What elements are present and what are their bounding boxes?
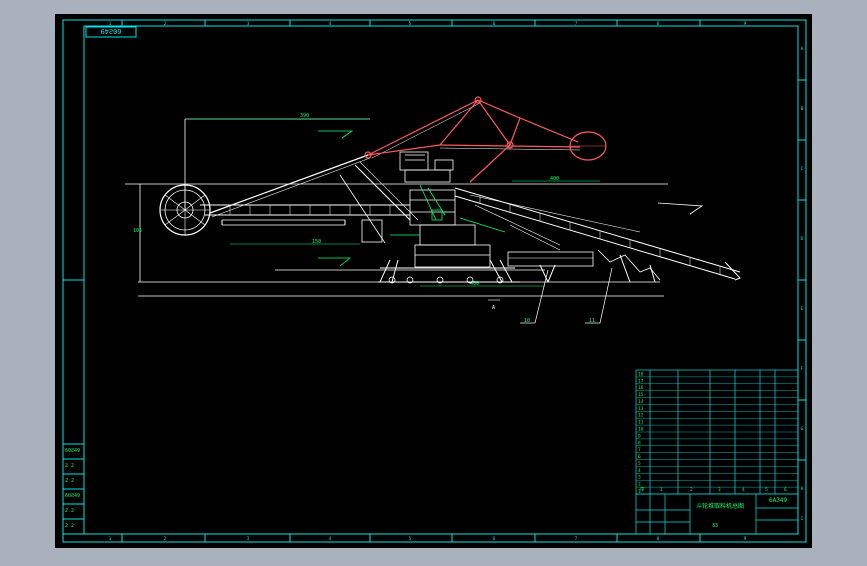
left-strip-cell: 60Ƨ49 — [65, 493, 80, 499]
frame-top-number: 5 — [409, 21, 412, 27]
parts-header-cell: 3 — [718, 487, 721, 493]
frame-side-letter: E — [801, 306, 804, 312]
parts-row-number: 4 — [638, 468, 641, 474]
drawing-sheet: 60Ƨ49 60Ƨ492 22 260Ƨ492 22 2 390 400 105… — [55, 14, 812, 548]
frame-bottom-number: 7 — [575, 536, 578, 542]
drawing-scale: 33 — [712, 523, 718, 529]
frame-top-number: 4 — [329, 21, 332, 27]
drawing-number: 6A349 — [769, 497, 787, 504]
left-strip-cell: 2 2 — [65, 478, 74, 484]
frame-top-number: 2 — [164, 21, 167, 27]
frame-bottom-number: 8 — [657, 536, 660, 542]
frame-bottom-number: 4 — [329, 536, 332, 542]
frame-side-letter: F — [801, 366, 804, 372]
parts-row-number: 7 — [638, 447, 641, 453]
frame-top-number: 6 — [493, 21, 496, 27]
parts-header-cell: 6 — [784, 487, 787, 493]
frame-bottom-number: 5 — [409, 536, 412, 542]
frame-top-number: 9 — [744, 21, 747, 27]
dim-top-span: 390 — [300, 113, 309, 119]
frame-top-number: 8 — [657, 21, 660, 27]
frame-side-letter: I — [801, 516, 804, 522]
parts-row-number: 18 — [638, 371, 644, 377]
dim-left-height: 105 — [133, 228, 142, 234]
parts-row-number: 14 — [638, 399, 644, 405]
callout-11: 11 — [589, 318, 595, 324]
parts-row-number: 13 — [638, 406, 644, 412]
frame-side-letter: H — [801, 486, 804, 492]
frame-side-letter: G — [801, 426, 804, 432]
parts-row-number: 11 — [638, 420, 644, 426]
parts-row-number: 8 — [638, 440, 641, 446]
frame-bottom-number: 6 — [493, 536, 496, 542]
cad-viewport[interactable]: 60Ƨ49 60Ƨ49 2 22 2 60Ƨ49 2 22 2 390 400 105… — [0, 0, 867, 562]
parts-header-cell: 4 — [742, 487, 745, 493]
parts-row-number: 16 — [638, 385, 644, 391]
parts-row-number: 12 — [638, 413, 644, 419]
frame-top-number: 7 — [575, 21, 578, 27]
dim-mid-span: 150 — [312, 239, 321, 245]
drawing-name: 斗轮堆取料机总图 — [696, 502, 744, 510]
parts-row-number: 6 — [638, 454, 641, 460]
parts-header-cell: 序 — [640, 486, 645, 493]
dim-right-span: 400 — [550, 176, 559, 182]
parts-header-cell: 2 — [690, 487, 693, 493]
frame-side-letter: D — [801, 236, 804, 242]
parts-header-cell: 1 — [660, 487, 663, 493]
parts-row-number: 10 — [638, 427, 644, 433]
left-strip-cell: 60Ƨ49 — [65, 448, 80, 454]
callout-a: A — [492, 305, 495, 311]
frame-bottom-number: 1 — [109, 536, 112, 542]
left-strip-cell: 2 2 — [65, 463, 74, 469]
callout-10: 10 — [524, 318, 530, 324]
frame-top-number: 1 — [109, 21, 112, 27]
parts-row-number: 2 — [638, 482, 641, 488]
frame-top-number: 3 — [247, 21, 250, 27]
frame-bottom-number: 3 — [247, 536, 250, 542]
parts-row-number: 9 — [638, 433, 641, 439]
parts-row-number: 3 — [638, 475, 641, 481]
frame-bottom-number: 9 — [744, 536, 747, 542]
parts-header-cell: 5 — [765, 487, 768, 493]
parts-row-number: 5 — [638, 461, 641, 467]
frame-side-letter: B — [801, 106, 804, 112]
frame-side-letter: C — [801, 166, 804, 172]
sheet-background — [55, 14, 812, 548]
left-strip-cell: 2 2 — [65, 508, 74, 514]
frame-side-letter: A — [801, 46, 804, 52]
parts-row-number: 15 — [638, 392, 644, 398]
left-strip-cell: 2 2 — [65, 523, 74, 529]
parts-row-number: 17 — [638, 378, 644, 384]
title-stamp-text: 60Ƨ49 — [100, 27, 121, 35]
frame-bottom-number: 2 — [164, 536, 167, 542]
